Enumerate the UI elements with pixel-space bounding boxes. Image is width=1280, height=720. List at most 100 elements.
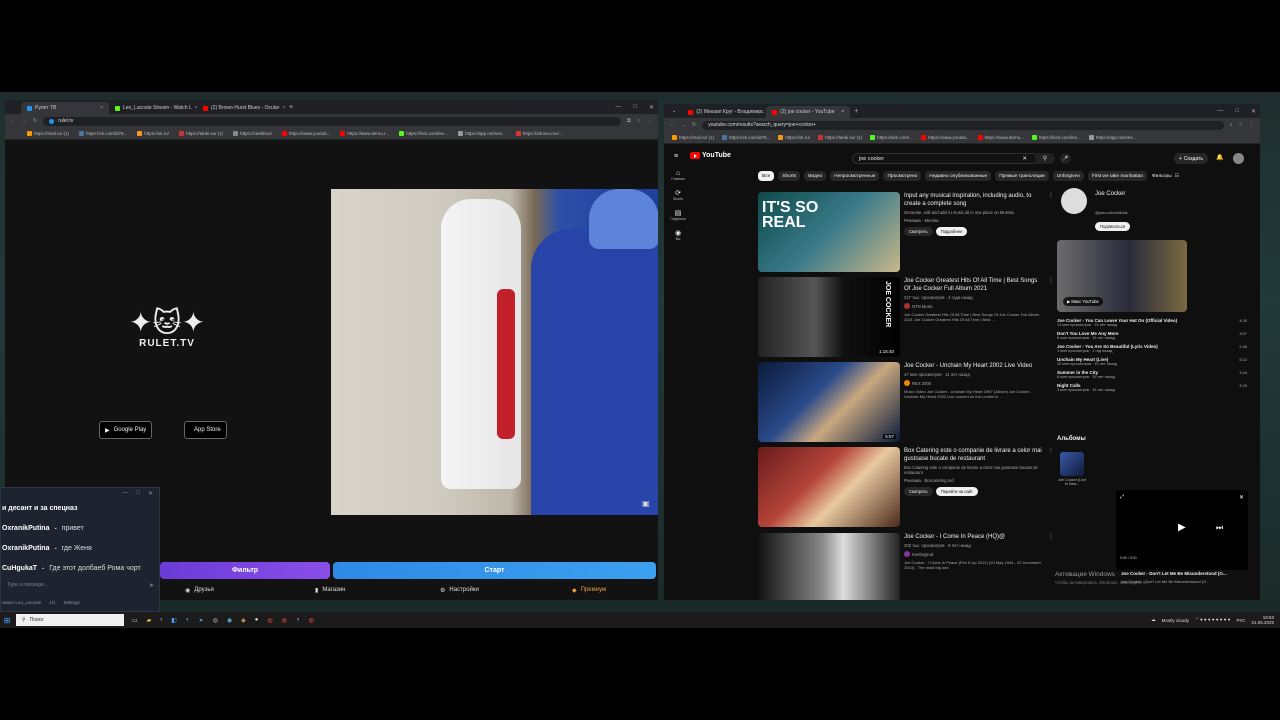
nav-subscriptions[interactable]: ▤ Подписки: [668, 209, 688, 221]
filter-button[interactable]: Фильтр: [160, 562, 330, 579]
track-item[interactable]: Don't You Love Me Any More 6 млн просмотр…: [1057, 331, 1247, 340]
close-icon[interactable]: ✕: [148, 490, 153, 497]
chrome-icon[interactable]: ◍: [309, 617, 314, 624]
more-options-icon[interactable]: ⋮: [1048, 192, 1054, 199]
video-result[interactable]: 5:57 Joe Cocker - Unchain My Heart 2002 …: [758, 362, 1048, 444]
windows-start-icon[interactable]: ⊞: [0, 616, 14, 625]
more-options-icon[interactable]: ⋮: [1048, 277, 1054, 284]
chip[interactable]: First we take manhattan: [1087, 171, 1148, 181]
search-input[interactable]: joe cocker ✕: [852, 153, 1042, 164]
obs-icon[interactable]: ●: [255, 617, 259, 624]
terminal-icon[interactable]: ›: [160, 617, 162, 624]
track-item[interactable]: Night Calls 3 млн просмотров · 15 лет наз…: [1057, 383, 1247, 392]
close-window-icon[interactable]: ✕: [1251, 108, 1256, 115]
weather-icon[interactable]: ☁: [1151, 617, 1156, 623]
app-icon[interactable]: ◑: [296, 617, 300, 624]
video-thumbnail[interactable]: [758, 447, 900, 527]
minimize-icon[interactable]: —: [122, 490, 128, 496]
chip[interactable]: Unforgiven: [1052, 171, 1084, 181]
clock[interactable]: 18:53 01.05.2025: [1251, 615, 1274, 625]
chip[interactable]: Все: [758, 171, 775, 181]
youtube-mix-thumbnail[interactable]: ▶ Микс YouTube: [1057, 240, 1187, 312]
chip[interactable]: Видео: [804, 171, 827, 181]
bookmark-item[interactable]: https://tanki.su/ (1): [179, 131, 223, 136]
miniplayer[interactable]: ⤢ ✕ ▶ ⏭ 0:00 / 0:00: [1116, 490, 1248, 570]
google-play-badge[interactable]: ▶ Google Play: [99, 421, 153, 439]
filters-button[interactable]: Фильтры ☷: [1152, 171, 1179, 181]
video-result[interactable]: Joe Cocker - I Come In Peace (HQ)@ 203 т…: [758, 533, 1054, 600]
video-title[interactable]: Joe Cocker - Unchain My Heart 2002 Live …: [904, 362, 1044, 370]
nav-home[interactable]: ⌂ Главная: [668, 170, 688, 181]
right-tab-youtube[interactable]: (2) joe cocker - YouTube ×: [766, 106, 851, 118]
chip[interactable]: Непросмотренные: [830, 171, 880, 181]
tab-search-icon[interactable]: ⌄: [672, 108, 676, 114]
watch-button[interactable]: Смотреть: [904, 487, 933, 496]
chrome-icon[interactable]: ◍: [267, 617, 272, 624]
close-tab-icon[interactable]: ×: [282, 105, 285, 111]
right-tab-krug[interactable]: (2) Михаил Круг - Владимирс×: [682, 106, 766, 118]
track-item[interactable]: Unchain My Heart (Live) 10 млн просмотров…: [1057, 357, 1247, 366]
video-channel[interactable]: NTN Music: [904, 303, 1044, 309]
watch-button[interactable]: Смотреть: [904, 227, 933, 236]
tray-icons[interactable]: ⌃ ● ● ● ● ● ● ● ●: [1195, 617, 1231, 623]
bookmark-item[interactable]: https://app.ns/mes...: [458, 131, 506, 136]
bookmark-item[interactable]: https://www.iternu...: [977, 135, 1024, 140]
track-item[interactable]: Joe Cocker - You Can Leave Your Hat On (…: [1057, 318, 1247, 327]
new-tab-icon[interactable]: +: [854, 108, 858, 115]
video-thumbnail[interactable]: [758, 533, 900, 600]
chip[interactable]: Просмотрено: [883, 171, 922, 181]
bookmark-item[interactable]: https://www.youtub...: [921, 135, 970, 140]
expand-icon[interactable]: ⤢: [1120, 494, 1124, 500]
settings-link[interactable]: ⚙ Настройки: [440, 587, 479, 594]
url-field[interactable]: youtube.com/results?search_query=joe+coc…: [702, 120, 1224, 130]
close-tab-icon[interactable]: ×: [841, 109, 844, 115]
channel-name[interactable]: Joe Cocker: [1095, 191, 1125, 197]
reload-icon[interactable]: ↻: [692, 122, 696, 128]
bookmark-item[interactable]: https://vk.com/id75...: [722, 135, 770, 140]
app-store-badge[interactable]: App Store: [184, 421, 227, 439]
bookmark-item[interactable]: https://ok.ru/: [778, 135, 810, 140]
next-icon[interactable]: ⏭: [1216, 523, 1223, 533]
new-tab-icon[interactable]: +: [289, 104, 293, 111]
youtube-logo[interactable]: YouTube: [690, 152, 731, 159]
video-channel[interactable]: Реклама · Mureka: [904, 218, 1044, 223]
more-options-icon[interactable]: ⋮: [1048, 447, 1054, 454]
chrome-icon[interactable]: ◍: [282, 617, 287, 624]
bookmark-item[interactable]: https://ceebbus/: [233, 131, 272, 136]
menu-icon[interactable]: ⋮: [647, 118, 652, 124]
go-to-site-button[interactable]: Перейти на сайт: [935, 487, 978, 496]
back-icon[interactable]: ←: [670, 122, 675, 128]
video-title[interactable]: Joe Cocker Greatest Hits Of All Time | B…: [904, 277, 1044, 293]
steam-icon[interactable]: ◎: [213, 617, 218, 624]
taskbar-search[interactable]: ⚲ Поиск: [16, 614, 124, 626]
track-item[interactable]: Joe Cocker - You Are So Beautiful (Lyric…: [1057, 344, 1247, 353]
bookmark-item[interactable]: https://kick.com/...: [870, 135, 913, 140]
bookmark-item[interactable]: https://www.iternu.r...: [340, 131, 389, 136]
file-explorer-icon[interactable]: ▰: [147, 617, 152, 624]
start-button[interactable]: Старт: [333, 562, 656, 579]
video-result[interactable]: IT'S SO REAL Input any musical inspirati…: [758, 192, 1054, 274]
game-icon[interactable]: ◆: [241, 617, 246, 624]
menu-icon[interactable]: ⋮: [1249, 122, 1254, 128]
album-item[interactable]: Joe Cocker (Live In New...: [1057, 452, 1087, 486]
site-info-icon[interactable]: [49, 118, 55, 124]
left-tab-youtube[interactable]: (2) Brown-Hurst Blues - Ocular ×: [197, 102, 285, 114]
left-tab-rulet[interactable]: Рулет ТВ ×: [21, 102, 109, 114]
maximize-icon[interactable]: □: [1235, 108, 1239, 114]
track-item[interactable]: Summer in the City 6 млн просмотров · 15 …: [1057, 370, 1247, 379]
clear-search-icon[interactable]: ✕: [1022, 156, 1027, 162]
video-channel[interactable]: REX 2000: [904, 380, 1044, 386]
task-view-icon[interactable]: ▭: [132, 617, 138, 624]
video-result[interactable]: JOE COCKER 1:15:40 Joe Cocker Greatest H…: [758, 277, 1054, 359]
bookmark-item[interactable]: https://ok.ru/: [137, 131, 169, 136]
shop-link[interactable]: ▮ Магазин: [315, 587, 345, 594]
bookmark-item[interactable]: https://tanki.su/ (1): [818, 135, 862, 140]
left-tab-kick[interactable]: Leo_Lacoste Stream - Watch L ×: [109, 102, 197, 114]
reload-icon[interactable]: ↻: [33, 118, 37, 124]
nav-you[interactable]: ◉ Вы: [668, 229, 688, 241]
premium-link[interactable]: ◆ Премиум: [572, 587, 606, 594]
video-thumbnail[interactable]: IT'S SO REAL: [758, 192, 900, 272]
bookmark-item[interactable]: https://vk.com/id75...: [79, 131, 127, 136]
close-window-icon[interactable]: ✕: [649, 104, 654, 111]
voice-search-button[interactable]: 🎤: [1060, 153, 1071, 164]
